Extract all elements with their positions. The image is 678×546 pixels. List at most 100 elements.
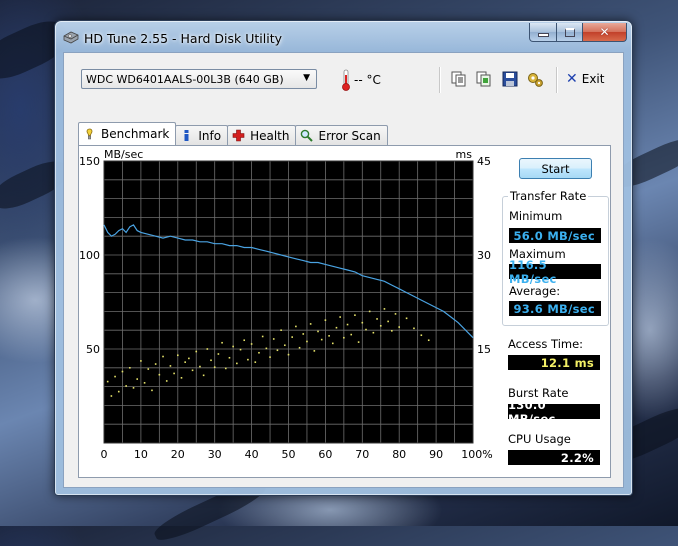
tab-benchmark-label: Benchmark: [101, 127, 170, 141]
x-tick-label: 0: [101, 448, 108, 461]
access-time-point: [306, 340, 308, 343]
access-time-point: [184, 361, 186, 363]
client-area: WDC WD6401AALS-00L3B (640 GB) ▼ -- °C ✕ …: [63, 52, 624, 488]
access-time-point: [136, 378, 139, 380]
access-time-value: 12.1 ms: [508, 355, 600, 370]
y-left-tick-label: 100: [79, 249, 100, 262]
y-left-axis-title: MB/sec: [104, 148, 143, 161]
access-time-point: [258, 351, 260, 354]
close-button[interactable]: ✕: [583, 23, 627, 42]
start-button[interactable]: Start: [519, 158, 592, 179]
access-time-point: [309, 323, 312, 325]
exit-label: Exit: [581, 72, 605, 86]
access-time-point: [376, 318, 378, 320]
cpu-usage-label: CPU Usage: [508, 432, 571, 446]
access-time-point: [254, 361, 257, 363]
access-time-point: [398, 326, 400, 328]
access-time-point: [413, 327, 415, 330]
access-time-point: [147, 368, 150, 370]
access-time-point: [350, 333, 353, 336]
access-time-point: [391, 330, 393, 332]
transfer-rate-group: Transfer Rate Minimum 56.0 MB/sec Maximu…: [502, 189, 609, 326]
access-time-label: Access Time:: [508, 337, 584, 351]
transfer-rate-title: Transfer Rate: [508, 189, 589, 203]
access-time-point: [199, 365, 201, 368]
access-time-point: [158, 373, 161, 376]
access-time-point: [272, 338, 275, 340]
access-time-point: [140, 360, 142, 362]
access-time-point: [191, 369, 194, 372]
x-tick-label: 50: [282, 448, 296, 461]
access-time-point: [372, 331, 375, 334]
toolbar-separator: [556, 67, 558, 93]
access-time-point: [276, 349, 279, 352]
access-time-point: [427, 339, 430, 342]
access-time-point: [394, 313, 397, 315]
copy-text-icon[interactable]: [450, 70, 468, 88]
drive-select[interactable]: WDC WD6401AALS-00L3B (640 GB) ▼: [81, 69, 317, 89]
access-time-point: [106, 380, 109, 383]
tab-benchmark[interactable]: Benchmark: [78, 122, 177, 145]
title-bar[interactable]: HD Tune 2.55 - Hard Disk Utility ✕: [55, 21, 632, 51]
average-label: Average:: [509, 284, 561, 298]
y-right-tick-label: 45: [477, 155, 491, 168]
copy-image-icon[interactable]: [475, 70, 493, 88]
maximize-button[interactable]: [557, 23, 583, 42]
drive-select-value: WDC WD6401AALS-00L3B (640 GB): [86, 73, 284, 86]
access-time-point: [331, 342, 334, 345]
access-time-point: [361, 321, 364, 324]
x-tick-label: 10: [134, 448, 148, 461]
health-icon: [232, 129, 245, 142]
access-time-point: [339, 316, 341, 318]
access-time-point: [228, 356, 231, 359]
access-time-point: [302, 333, 305, 335]
tab-health[interactable]: Health: [227, 125, 297, 145]
access-time-point: [354, 314, 356, 316]
benchmark-panel: MB/sec ms 150 100 50 45 30 15 0 10 20 30 40 50 60 70 80 9…: [78, 145, 611, 478]
cpu-usage-value: 2.2%: [508, 450, 600, 465]
y-right-axis-title: ms: [456, 148, 473, 161]
access-time-point: [291, 336, 293, 338]
access-time-point: [202, 374, 205, 377]
x-tick-label: 70: [355, 448, 369, 461]
thermometer-icon: [342, 69, 350, 91]
save-icon[interactable]: [501, 70, 519, 88]
access-time-point: [346, 323, 349, 326]
access-time-point: [284, 344, 286, 347]
app-window: HD Tune 2.55 - Hard Disk Utility ✕ WDC W…: [54, 20, 633, 496]
access-time-point: [298, 346, 301, 349]
access-time-point: [224, 367, 227, 370]
start-button-label: Start: [541, 161, 570, 176]
access-time-point: [132, 387, 135, 389]
access-time-point: [247, 358, 249, 361]
average-value: 93.6 MB/sec: [509, 301, 601, 316]
access-time-point: [188, 357, 190, 360]
access-time-point: [154, 363, 157, 365]
tab-bar: Benchmark Info Health Error Scan: [78, 122, 388, 145]
access-time-point: [162, 355, 164, 358]
access-time-point: [217, 353, 220, 355]
access-time-point: [295, 325, 297, 328]
access-time-point: [213, 366, 216, 368]
options-icon[interactable]: [526, 70, 544, 88]
access-time-point: [317, 330, 319, 333]
access-time-point: [206, 348, 209, 350]
access-time-point: [195, 350, 198, 353]
exit-button[interactable]: ✕ Exit: [566, 71, 604, 87]
access-time-point: [379, 325, 382, 327]
access-time-point: [368, 310, 371, 313]
benchmark-chart: MB/sec ms150100504530150 10 20 30 40 50 60 70 80 9…: [79, 148, 493, 461]
access-time-point: [239, 348, 242, 351]
x-tick-label: 60: [318, 448, 332, 461]
minimize-icon: [537, 33, 549, 37]
access-time-point: [165, 380, 168, 382]
access-time-point: [324, 319, 327, 321]
access-time-point: [143, 382, 146, 384]
access-time-point: [129, 367, 131, 369]
access-time-point: [383, 308, 386, 310]
tab-info[interactable]: Info: [175, 125, 229, 145]
minimize-button[interactable]: [529, 23, 557, 42]
tab-error-scan[interactable]: Error Scan: [295, 125, 388, 145]
x-tick-label: 80: [392, 448, 406, 461]
hard-disk-icon: [63, 31, 79, 44]
